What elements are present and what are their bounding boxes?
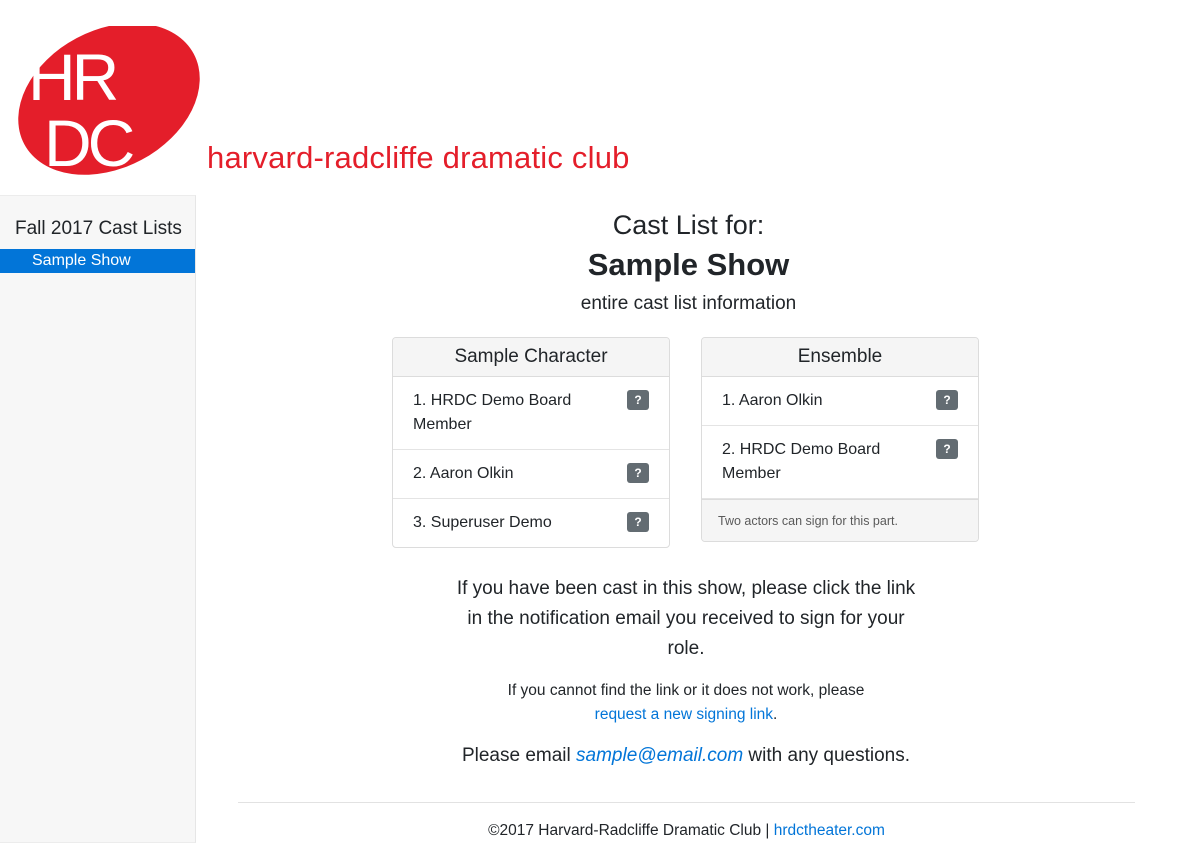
- cast-row: 1. Aaron Olkin ?: [702, 377, 978, 426]
- cast-row: 3. Superuser Demo ?: [393, 499, 669, 547]
- logo-letters-bottom: DC: [44, 106, 134, 176]
- cast-member-name: 1. HRDC Demo Board Member: [413, 392, 572, 433]
- contact-suffix: with any questions.: [743, 745, 911, 766]
- request-signing-link[interactable]: request a new signing link: [595, 706, 773, 723]
- show-title: Sample Show: [587, 247, 790, 282]
- sidebar: Fall 2017 Cast Lists Sample Show: [0, 195, 196, 843]
- cast-member-name: 1. Aaron Olkin: [722, 392, 823, 409]
- page: HR DC harvard-radcliffe dramatic club Fa…: [0, 0, 1181, 859]
- help-badge[interactable]: ?: [627, 512, 649, 532]
- main-content: Cast List for: Sample Show entire cast l…: [196, 195, 1181, 839]
- cast-member-name: 3. Superuser Demo: [413, 514, 552, 531]
- contact-email-link[interactable]: sample@email.com: [576, 745, 743, 766]
- club-name: harvard-radcliffe dramatic club: [207, 140, 630, 175]
- footer-divider: [238, 802, 1135, 803]
- cast-member-name: 2. HRDC Demo Board Member: [722, 441, 881, 482]
- show-subtitle: entire cast list information: [580, 293, 797, 314]
- logo-letters-top: HR: [28, 40, 117, 114]
- cast-list-for-label: Cast List for:: [612, 210, 765, 240]
- sidebar-heading: Fall 2017 Cast Lists: [15, 218, 182, 239]
- character-name: Sample Character: [393, 338, 669, 377]
- site-link[interactable]: hrdctheater.com: [774, 822, 885, 839]
- site-footer: ©2017 Harvard-Radcliffe Dramatic Club | …: [238, 819, 1135, 843]
- signing-link-notice-text: If you cannot find the link or it does n…: [507, 682, 865, 699]
- signing-link-notice: If you cannot find the link or it does n…: [436, 679, 936, 727]
- copyright-text: ©2017 Harvard-Radcliffe Dramatic Club |: [488, 822, 774, 839]
- hrdc-logo-icon: HR DC: [18, 26, 200, 176]
- cast-row: 1. HRDC Demo Board Member ?: [393, 377, 669, 450]
- contact-prefix: Please email: [461, 745, 577, 766]
- contact-line: Please email sample@email.com with any q…: [376, 741, 996, 771]
- cast-row: 2. Aaron Olkin ?: [393, 450, 669, 499]
- help-badge[interactable]: ?: [627, 390, 649, 410]
- signing-notice: If you have been cast in this show, plea…: [456, 578, 916, 659]
- help-badge[interactable]: ?: [627, 463, 649, 483]
- cast-row: 2. HRDC Demo Board Member ?: [702, 426, 978, 499]
- sidebar-item-sample-show[interactable]: Sample Show: [0, 249, 195, 273]
- character-card: Sample Character 1. HRDC Demo Board Memb…: [392, 337, 670, 548]
- card-footer-note: Two actors can sign for this part.: [702, 499, 978, 541]
- signing-link-notice-end: .: [773, 706, 778, 723]
- site-logo[interactable]: HR DC harvard-radcliffe dramatic club: [14, 26, 694, 176]
- help-badge[interactable]: ?: [936, 390, 958, 410]
- cast-member-name: 2. Aaron Olkin: [413, 465, 514, 482]
- character-card: Ensemble 1. Aaron Olkin ? 2. HRDC Demo B…: [701, 337, 979, 542]
- character-name: Ensemble: [702, 338, 978, 377]
- help-badge[interactable]: ?: [936, 439, 958, 459]
